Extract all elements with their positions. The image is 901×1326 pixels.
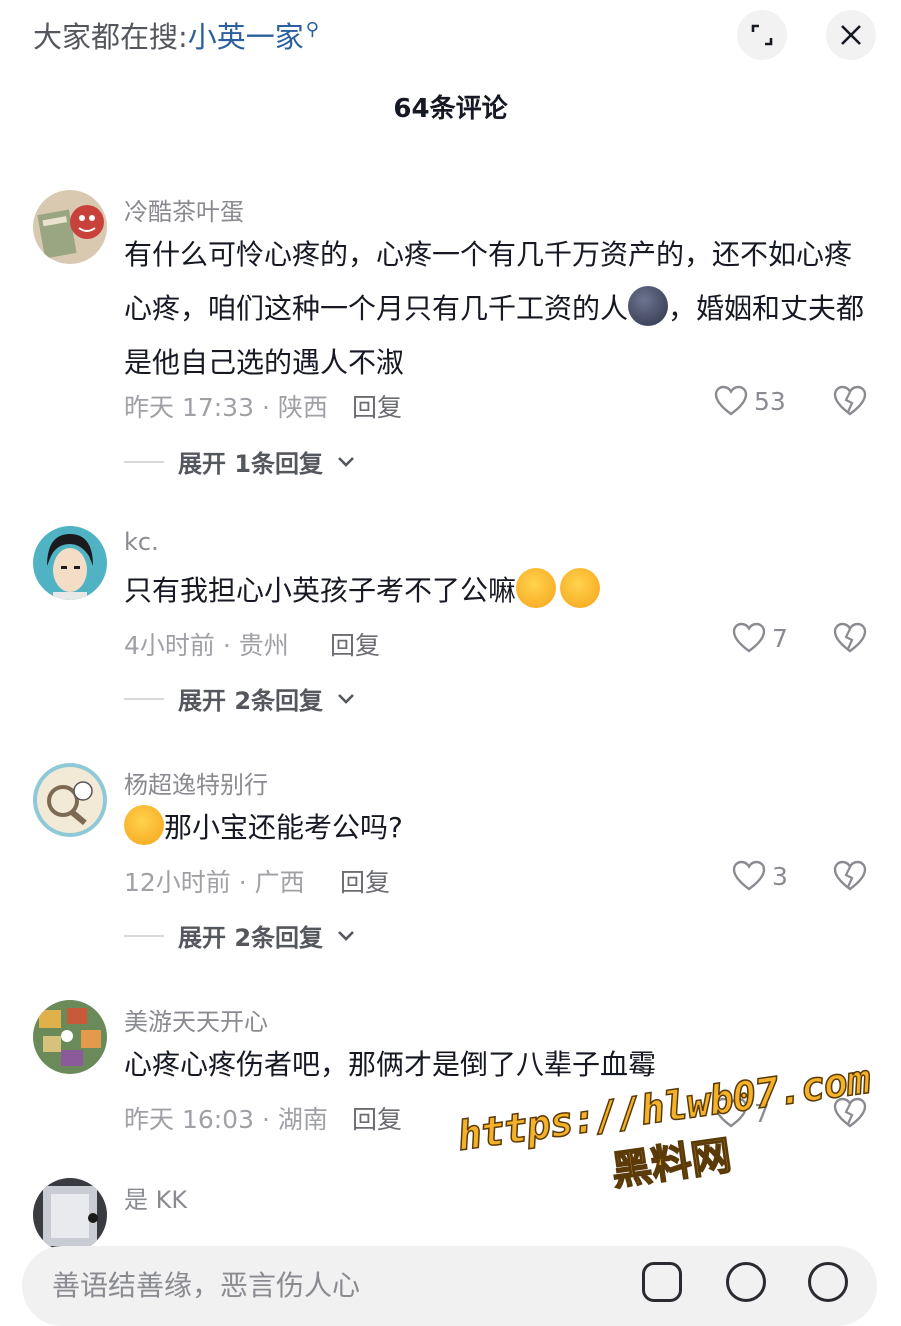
reply-button[interactable]: 回复	[330, 626, 380, 662]
username[interactable]: 冷酷茶叶蛋	[124, 192, 244, 227]
collapse-icon	[751, 24, 773, 46]
expand-replies-label: 展开 2条回复	[178, 687, 324, 715]
like-button[interactable]: 7	[732, 622, 788, 654]
expand-replies[interactable]: 展开 2条回复	[124, 918, 355, 953]
emoji-icon[interactable]	[808, 1262, 848, 1302]
search-icon: ⚲	[305, 19, 319, 40]
dislike-button[interactable]	[833, 385, 867, 421]
collapse-button[interactable]	[737, 10, 787, 60]
dislike-button[interactable]	[833, 622, 867, 658]
crying-laughing-emoji-icon	[560, 568, 601, 608]
comment-text: 那小宝还能考公吗?	[124, 801, 869, 855]
dislike-button[interactable]	[833, 860, 867, 896]
comment-text: 只有我担心小英孩子考不了公嘛	[124, 564, 869, 618]
reply-button[interactable]: 回复	[340, 863, 390, 899]
broken-heart-icon	[833, 385, 867, 416]
broken-heart-icon	[833, 860, 867, 891]
avatar[interactable]	[33, 763, 107, 837]
like-count: 7	[772, 623, 788, 653]
mention-icon[interactable]	[726, 1262, 766, 1302]
comment-meta: 4小时前 · 贵州	[124, 631, 289, 660]
username[interactable]: 杨超逸特别行	[124, 765, 268, 800]
heart-icon	[732, 622, 766, 653]
avatar[interactable]	[33, 1178, 107, 1252]
chevron-down-icon	[338, 930, 354, 941]
comment-meta: 12小时前 · 广西	[124, 868, 305, 897]
comment-meta: 昨天 17:33 · 陕西	[124, 393, 328, 422]
comment-input-bar[interactable]: 善语结善缘，恶言伤人心	[22, 1246, 877, 1326]
chevron-down-icon	[338, 693, 354, 704]
heart-icon	[732, 860, 766, 891]
like-count: 3	[772, 861, 788, 891]
like-button[interactable]: 3	[732, 860, 788, 892]
chevron-down-icon	[338, 456, 354, 467]
close-icon	[841, 25, 861, 45]
broken-heart-icon	[833, 622, 867, 653]
image-icon[interactable]	[642, 1262, 682, 1302]
avatar[interactable]	[33, 1000, 107, 1074]
search-suggestion-prefix: 大家都在搜:	[33, 20, 188, 54]
heart-icon	[714, 385, 748, 416]
reply-button[interactable]: 回复	[352, 1100, 402, 1136]
search-suggestion-keyword[interactable]: 小英一家	[188, 20, 304, 54]
comment-count-title: 64条评论	[393, 94, 508, 124]
reply-button[interactable]: 回复	[352, 388, 402, 424]
avatar[interactable]	[33, 526, 107, 600]
crying-emoji-icon	[124, 805, 164, 845]
expand-replies[interactable]: 展开 2条回复	[124, 681, 355, 716]
username[interactable]: 美游天天开心	[124, 1002, 268, 1037]
close-button[interactable]	[826, 10, 876, 60]
moon-face-emoji-icon	[628, 286, 669, 326]
crying-laughing-emoji-icon	[516, 568, 557, 608]
username[interactable]: 是 KK	[124, 1180, 187, 1215]
expand-replies-label: 展开 2条回复	[178, 924, 324, 952]
username[interactable]: kc.	[124, 528, 159, 556]
search-suggestion[interactable]: 大家都在搜:小英一家 ⚲	[33, 14, 319, 56]
like-count: 53	[754, 386, 786, 416]
like-button[interactable]: 53	[714, 385, 786, 417]
expand-replies-label: 展开 1条回复	[178, 450, 324, 478]
comment-text: 有什么可怜心疼的，心疼一个有几千万资产的，还不如心疼心疼，咱们这种一个月只有几千…	[124, 238, 865, 379]
comment-input[interactable]: 善语结善缘，恶言伤人心	[52, 1264, 360, 1304]
expand-replies[interactable]: 展开 1条回复	[124, 444, 355, 479]
top-bar: 大家都在搜:小英一家 ⚲	[0, 0, 901, 70]
comment-meta: 昨天 16:03 · 湖南	[124, 1105, 328, 1134]
avatar[interactable]	[33, 190, 107, 264]
